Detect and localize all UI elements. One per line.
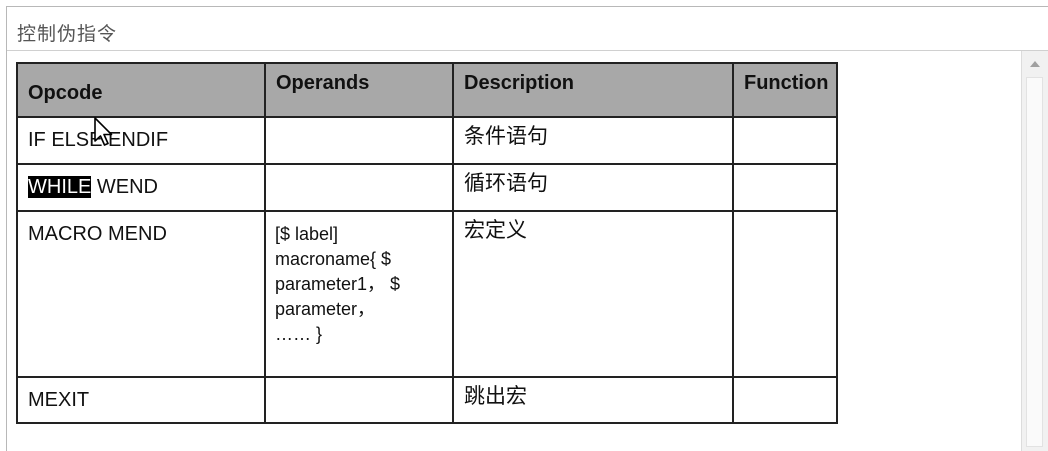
description-cell[interactable]: 条件语句 <box>452 116 734 165</box>
header-opcode: Opcode <box>16 62 266 118</box>
table-row: WHILE WEND 循环语句 <box>16 163 838 212</box>
description-cell[interactable]: 宏定义 <box>452 210 734 378</box>
window-title: 控制伪指令 <box>17 23 118 45</box>
operands-cell[interactable] <box>264 376 454 424</box>
operand-line: macroname{ $ <box>275 249 392 269</box>
operand-line: parameter1， $ <box>275 274 401 294</box>
opcode-text: WEND <box>91 176 159 198</box>
operand-line: …… } <box>275 324 323 344</box>
operand-line: [$ label] <box>275 224 339 244</box>
pseudo-instruction-table: Opcode Operands Description Function IF … <box>16 62 838 424</box>
table-row: MACRO MEND [$ label] macroname{ $ parame… <box>16 210 838 378</box>
opcode-cell[interactable]: IF ELSE ENDIF <box>16 116 266 165</box>
opcode-cell[interactable]: MACRO MEND <box>16 210 266 378</box>
function-cell[interactable] <box>732 210 838 378</box>
table-row: IF ELSE ENDIF 条件语句 <box>16 116 838 165</box>
header-description: Description <box>452 62 734 118</box>
operands-cell[interactable]: [$ label] macroname{ $ parameter1， $ par… <box>264 210 454 378</box>
description-cell[interactable]: 循环语句 <box>452 163 734 212</box>
title-bar: 控制伪指令 <box>7 7 1048 51</box>
function-cell[interactable] <box>732 163 838 212</box>
function-cell[interactable] <box>732 116 838 165</box>
header-operands: Operands <box>264 62 454 118</box>
operands-cell[interactable] <box>264 163 454 212</box>
table-header-row: Opcode Operands Description Function <box>16 62 838 118</box>
vertical-scrollbar[interactable] <box>1021 51 1048 451</box>
scroll-up-arrow-icon[interactable] <box>1030 61 1040 67</box>
opcode-cell[interactable]: MEXIT <box>16 376 266 424</box>
description-cell[interactable]: 跳出宏 <box>452 376 734 424</box>
opcode-cell[interactable]: WHILE WEND <box>16 163 266 212</box>
selected-text[interactable]: WHILE <box>28 176 92 198</box>
content-area: Opcode Operands Description Function IF … <box>7 51 1021 451</box>
mouse-pointer-icon <box>94 117 113 146</box>
table-row: MEXIT 跳出宏 <box>16 376 838 424</box>
operand-line: parameter， <box>275 299 376 319</box>
header-function: Function <box>732 62 838 118</box>
operands-cell[interactable] <box>264 116 454 165</box>
function-cell[interactable] <box>732 376 838 424</box>
scrollbar-thumb[interactable] <box>1026 77 1043 447</box>
